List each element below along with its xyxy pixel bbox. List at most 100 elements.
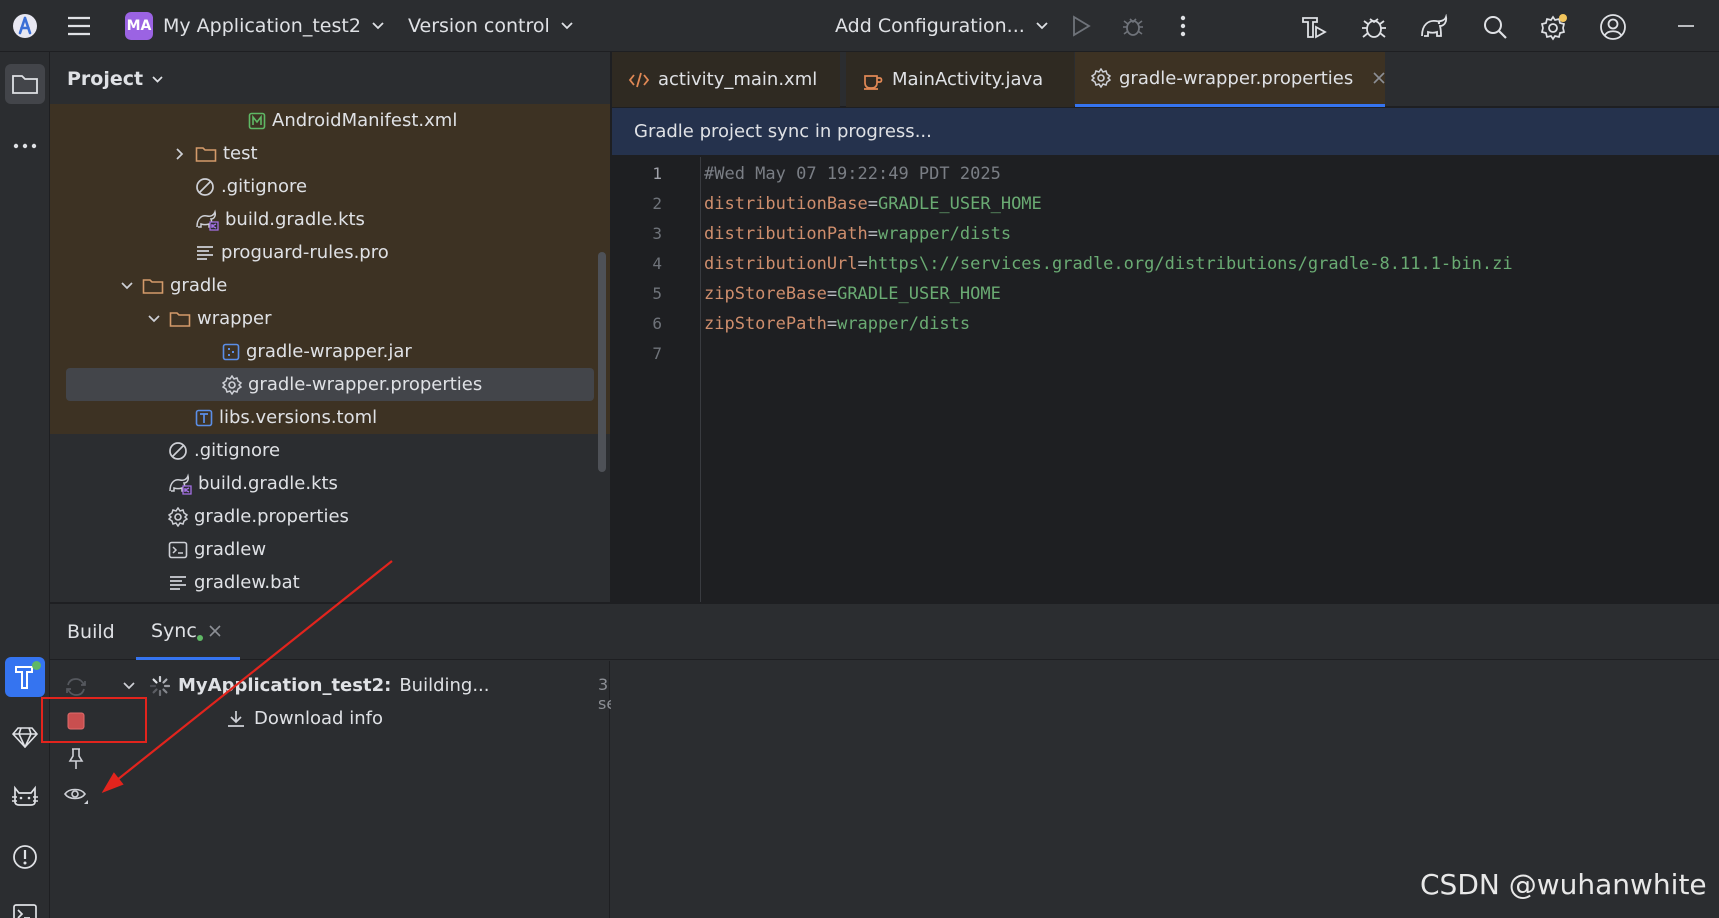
close-tab-icon[interactable] — [1373, 72, 1385, 84]
line-number: 3 — [652, 224, 662, 243]
watermark: CSDN @wuhanwhite — [1420, 868, 1707, 901]
tree-item[interactable]: gradle — [50, 269, 610, 302]
chevron-down-icon — [151, 75, 164, 84]
eye-filter-icon[interactable] — [60, 779, 92, 811]
tab-sync[interactable]: Sync — [136, 604, 240, 660]
main-menu-icon[interactable] — [64, 11, 94, 41]
code-token-key: zipStoreBase — [704, 284, 827, 304]
pin-icon[interactable] — [60, 743, 92, 775]
tree-item-label: gradlew.bat — [194, 572, 300, 593]
tree-item[interactable]: gradlew.bat — [50, 566, 610, 599]
debug-icon[interactable] — [1118, 11, 1148, 41]
code-line: distributionUrl=https\://services.gradle… — [704, 249, 1513, 279]
sync-banner-text: Gradle project sync in progress... — [634, 121, 932, 142]
line-number: 2 — [652, 194, 662, 213]
left-tool-strip — [0, 52, 50, 918]
text-lines-icon — [168, 575, 188, 591]
project-tree-scrollbar[interactable] — [598, 252, 606, 472]
version-control-menu[interactable]: Version control — [408, 10, 574, 42]
close-tab-icon[interactable] — [209, 624, 221, 637]
jar-icon — [222, 343, 240, 361]
more-vertical-icon[interactable] — [1168, 11, 1198, 41]
toml-icon — [195, 409, 213, 427]
tab-gradle-wrapper-properties[interactable]: gradle-wrapper.properties — [1075, 52, 1385, 107]
tab-label: MainActivity.java — [892, 69, 1044, 90]
gem-icon[interactable] — [5, 717, 45, 757]
account-icon[interactable] — [1597, 11, 1629, 43]
loading-spinner-icon — [150, 675, 170, 696]
terminal-icon[interactable] — [5, 894, 45, 918]
tree-item[interactable]: libs.versions.toml — [50, 401, 610, 434]
tree-item-label: .gitignore — [194, 440, 281, 461]
project-view-selector[interactable]: Project — [50, 52, 610, 107]
code-token-key: distributionPath — [704, 224, 868, 244]
tree-item[interactable]: gradle.properties — [50, 500, 610, 533]
run-config-label: Add Configuration... — [835, 15, 1025, 37]
java-cup-icon — [862, 70, 884, 90]
code-token-key: distributionBase — [704, 194, 868, 214]
run-configuration-dropdown[interactable]: Add Configuration... — [835, 10, 1049, 42]
folder-icon — [195, 145, 217, 163]
project-tool-folder-icon[interactable] — [5, 64, 45, 104]
chevron-right-icon[interactable] — [171, 147, 189, 161]
code-line: distributionPath=wrapper/dists — [704, 219, 1011, 249]
gradle-sync-banner: Gradle project sync in progress... — [612, 108, 1719, 156]
tree-item[interactable]: gradle-wrapper.properties — [50, 368, 610, 401]
code-editor[interactable]: 1 2 3 4 5 6 7 #Wed May 07 19:22:49 PDT 2025 dis… — [612, 157, 1719, 602]
tree-item[interactable]: test — [50, 137, 610, 170]
folder-icon — [142, 277, 164, 295]
tree-item[interactable]: gradle-wrapper.jar — [50, 335, 610, 368]
sync-root-row[interactable]: MyApplication_test2: Building... — [122, 669, 490, 702]
more-horizontal-icon[interactable] — [5, 126, 45, 166]
tree-item-label: build.gradle.kts — [198, 473, 338, 494]
tree-item[interactable]: gradlew — [50, 533, 610, 566]
text-lines-icon — [195, 245, 215, 261]
logcat-icon[interactable] — [5, 776, 45, 816]
line-number: 6 — [652, 314, 662, 333]
code-line: zipStorePath=wrapper/dists — [704, 309, 970, 339]
bug-report-icon[interactable] — [1358, 11, 1390, 43]
tree-item[interactable]: proguard-rules.pro — [50, 236, 610, 269]
tree-item[interactable]: build.gradle.kts — [50, 203, 610, 236]
editor-tab-bar: activity_main.xml MainActivity.java grad… — [612, 52, 1719, 107]
tree-item[interactable]: AndroidManifest.xml — [50, 104, 610, 137]
run-icon[interactable] — [1066, 11, 1096, 41]
tree-item-label: .gitignore — [221, 176, 308, 197]
tab-mainactivity-java[interactable]: MainActivity.java — [846, 52, 1074, 107]
download-info-row[interactable]: Download info — [226, 702, 383, 735]
chevron-down-icon[interactable] — [145, 314, 163, 324]
project-switcher[interactable]: MA My Application_test2 — [125, 10, 385, 42]
tree-item-label: wrapper — [197, 308, 272, 329]
tree-item[interactable]: build.gradle.kts — [50, 467, 610, 500]
tree-item-label: libs.versions.toml — [219, 407, 378, 428]
gradle-icon[interactable] — [1418, 11, 1450, 43]
profiler-icon[interactable] — [1298, 11, 1330, 43]
chevron-down-icon — [560, 21, 574, 31]
sync-tree: MyApplication_test2: Building... Downloa… — [100, 661, 625, 918]
minimize-icon[interactable] — [1668, 11, 1704, 41]
build-hammer-icon[interactable] — [5, 657, 45, 697]
tree-item-label: AndroidManifest.xml — [272, 110, 458, 131]
tree-item[interactable]: wrapper — [50, 302, 610, 335]
problems-icon[interactable] — [5, 837, 45, 877]
tree-item[interactable]: .gitignore — [50, 434, 610, 467]
tree-item[interactable]: .gitignore — [50, 170, 610, 203]
xml-icon — [628, 71, 650, 89]
tab-build[interactable]: Build — [67, 604, 115, 660]
settings-gear-icon[interactable] — [1538, 11, 1570, 43]
android-studio-logo-icon[interactable] — [10, 11, 40, 41]
search-icon[interactable] — [1479, 11, 1511, 43]
sync-project-name: MyApplication_test2: — [178, 675, 392, 696]
chevron-down-icon[interactable] — [118, 281, 136, 291]
build-running-indicator — [32, 661, 41, 670]
ignore-icon — [195, 177, 215, 197]
code-token-eq: = — [857, 254, 868, 274]
title-bar: MA My Application_test2 Version control … — [0, 0, 1719, 52]
code-token-value: wrapper/dists — [837, 314, 971, 334]
vcs-label: Version control — [408, 15, 550, 37]
tree-item-label: gradle.properties — [194, 506, 349, 527]
line-number: 1 — [652, 164, 662, 183]
chevron-down-icon — [1035, 21, 1049, 31]
code-line: distributionBase=GRADLE_USER_HOME — [704, 189, 1042, 219]
tab-activity-main-xml[interactable]: activity_main.xml — [612, 52, 840, 107]
